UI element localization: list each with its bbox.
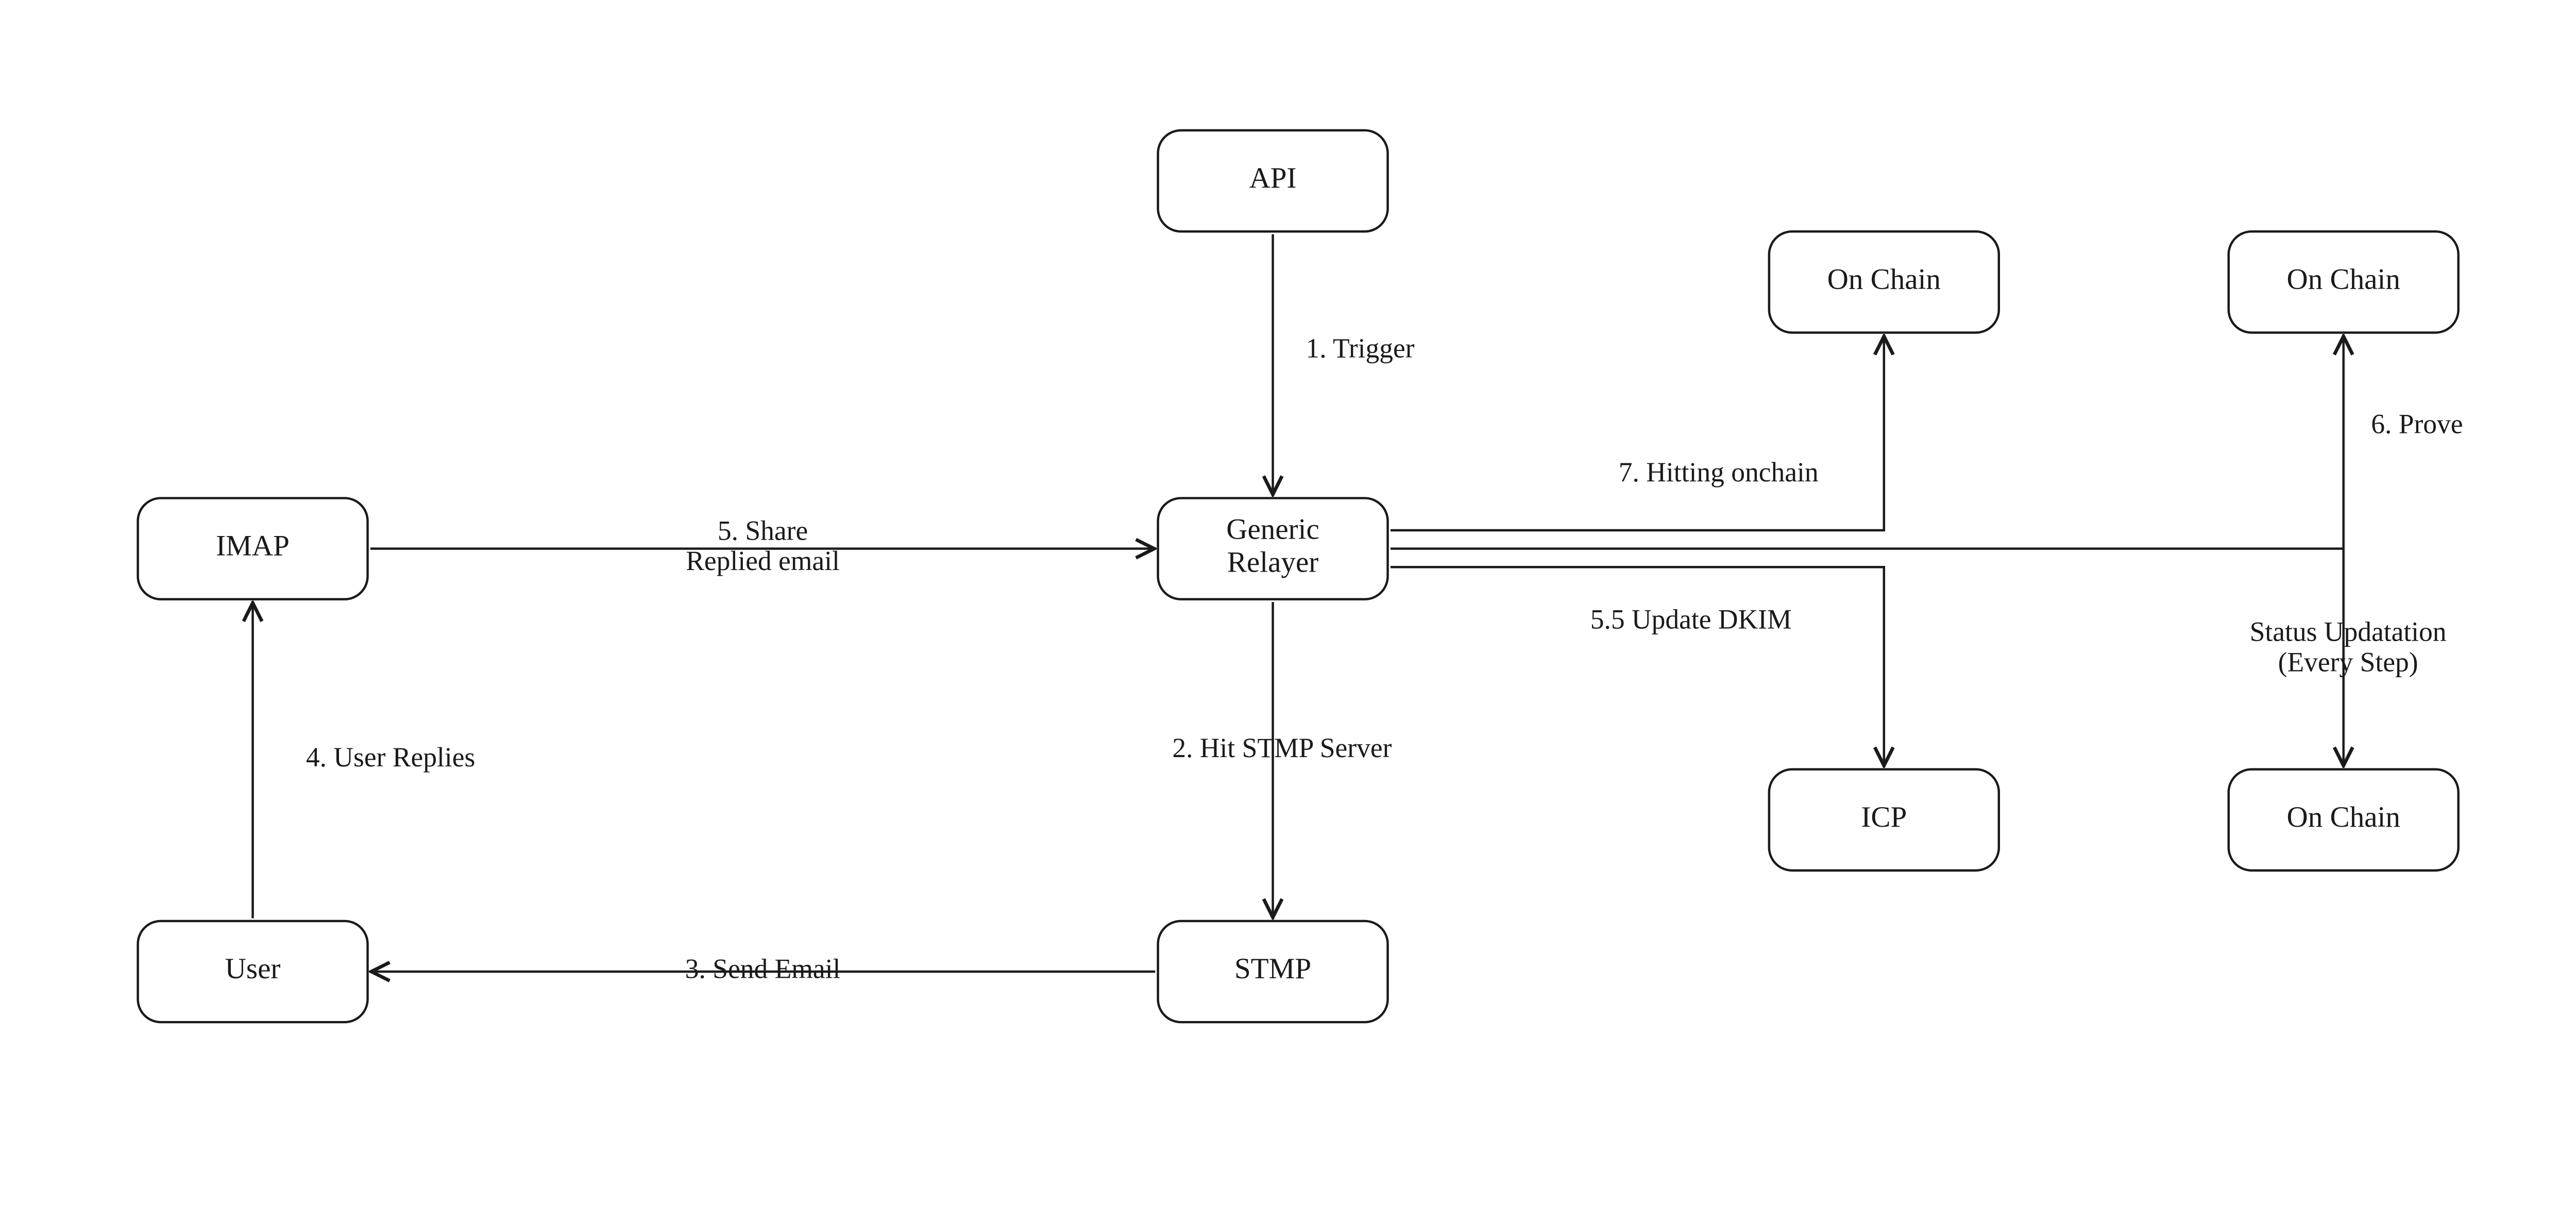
node-onchain6: On Chain xyxy=(2229,231,2459,332)
node-label: On Chain xyxy=(1827,263,1941,295)
node-user: User xyxy=(138,921,368,1022)
node-relayer: GenericRelayer xyxy=(1158,498,1388,599)
edge-label-dkim: 5.5 Update DKIM xyxy=(1590,604,1792,635)
edge-label-share: Replied email xyxy=(686,545,840,576)
node-label: On Chain xyxy=(2287,263,2400,295)
node-imap: IMAP xyxy=(138,498,368,599)
edge-label-prove: 6. Prove xyxy=(2371,408,2463,439)
node-onchainS: On Chain xyxy=(2229,770,2459,871)
edge-label-trigger: 1. Trigger xyxy=(1306,332,1414,363)
node-stmp: STMP xyxy=(1158,921,1388,1022)
node-onchain7: On Chain xyxy=(1769,231,1999,332)
node-label: API xyxy=(1249,162,1297,194)
edge-label-sendEmail: 3. Send Email xyxy=(685,953,841,984)
edge-label-share: 5. Share xyxy=(718,515,808,546)
edge-label-status: (Every Step) xyxy=(2278,646,2418,677)
edge-dkim xyxy=(1391,567,1884,765)
node-label: STMP xyxy=(1234,952,1311,985)
node-label: On Chain xyxy=(2287,801,2400,833)
node-label: IMAP xyxy=(216,530,290,562)
node-label: Relayer xyxy=(1227,546,1318,579)
edge-hitonchain xyxy=(1391,336,1884,530)
edge-label-status: Status Updatation xyxy=(2250,616,2447,647)
edge-label-userReply: 4. User Replies xyxy=(306,742,475,773)
node-label: User xyxy=(225,952,281,985)
architecture-diagram: API GenericRelayer STMP User IMAP On Chain ICP… xyxy=(0,0,2576,1221)
node-api: API xyxy=(1158,130,1388,231)
node-label: Generic xyxy=(1226,513,1319,546)
node-icp: ICP xyxy=(1769,770,1999,871)
edge-label-hitOnchain: 7. Hitting onchain xyxy=(1619,457,1819,488)
edge-label-hitStmp: 2. Hit STMP Server xyxy=(1172,732,1392,763)
node-label: ICP xyxy=(1861,801,1907,833)
